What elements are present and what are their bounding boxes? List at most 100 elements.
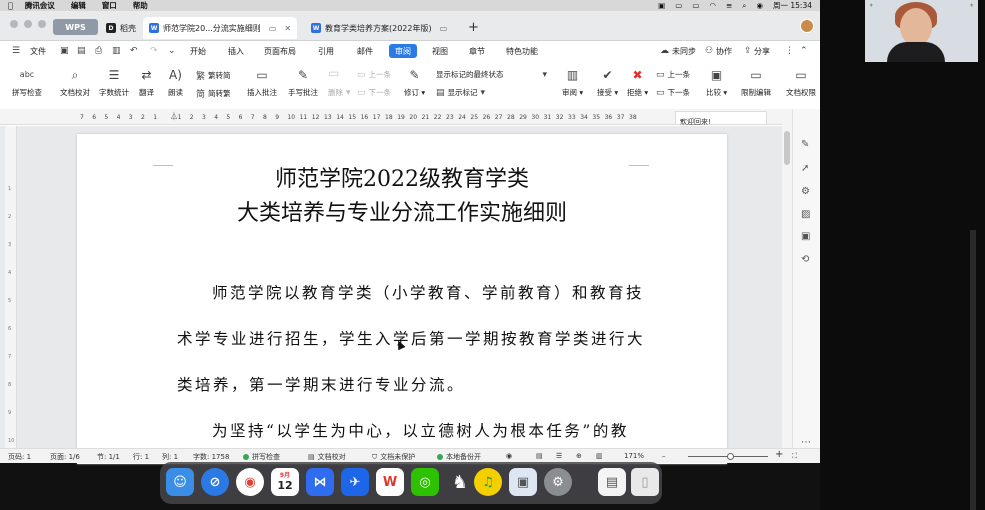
wps-status-icon[interactable]: ▣ [658,1,665,10]
wps-icon[interactable]: W [376,468,404,496]
menu-tab-review[interactable]: 审阅 [389,44,417,58]
export-pdf-icon[interactable]: ▤ [77,46,86,56]
menubar-item-help[interactable]: 帮助 [133,0,148,11]
trash-icon[interactable]: ▯ [631,468,659,496]
revise-button[interactable]: ✎ 修订 ▾ [404,67,425,98]
wordcount-button[interactable]: ☰ 字数统计 [99,67,129,98]
status-page[interactable]: 页面: 1/6 [50,452,80,462]
qq-music-icon[interactable]: ♫ [474,468,502,496]
menubar-item-edit[interactable]: 编辑 [71,0,86,11]
view-web-icon[interactable]: ⊕ [576,452,582,460]
eye-protection-icon[interactable]: ◉ [506,452,512,460]
share-button[interactable]: 分享 [748,44,776,58]
view-page-icon[interactable]: ▤ [536,452,543,460]
to-traditional-button[interactable]: 简 简转繁 [196,87,231,100]
status-backup[interactable]: 本地备份开 [437,452,481,462]
history-icon[interactable]: ⟲ [801,254,809,265]
menu-tab-mail[interactable]: 邮件 [351,44,379,58]
panel-tools-icon[interactable]: ⋯ [801,437,811,448]
wps-home-button[interactable]: WPS [53,19,98,35]
select-icon[interactable]: ➚ [801,163,809,174]
undo-icon[interactable]: ↶ [130,46,138,56]
participant-video[interactable]: ⚜ ⚜ [865,0,978,62]
zoom-out-button[interactable]: – [662,452,666,460]
zoom-slider-knob[interactable] [727,453,734,460]
tab-document-2[interactable]: W 教育学类培养方案(2022年版) ▭ [305,17,453,39]
zoom-in-button[interactable]: + [775,449,783,460]
view-read-icon[interactable]: ▥ [596,452,603,460]
tencent-meeting-icon[interactable]: ⋈ [306,468,334,496]
menu-tab-chapter[interactable]: 章节 [463,44,491,58]
print-icon[interactable]: ⎙ [95,46,102,56]
safari-icon[interactable]: ⊘ [201,468,229,496]
spellcheck-button[interactable]: abc 拼写检查 [12,67,42,98]
next-comment-button[interactable]: ▭ 下一条 [357,87,391,98]
welcome-box[interactable]: ⌖ 欢迎回来! [675,111,767,126]
menu-tab-insert[interactable]: 插入 [222,44,250,58]
accept-button[interactable]: ✔ 接受 ▾ [597,67,618,98]
compare-button[interactable]: ▣ 比较 ▾ [706,67,727,98]
document-icon[interactable]: ▤ [598,468,626,496]
status-word-count[interactable]: 字数: 1758 [193,452,229,462]
settings-sliders-icon[interactable]: ⚙ [801,186,810,197]
menu-tab-home[interactable]: 开始 [184,44,212,58]
handwrite-comment-button[interactable]: ✎ 手写批注 [288,67,318,98]
save-icon[interactable]: ▣ [60,46,69,56]
vertical-ruler[interactable]: 1 2 3 4 5 6 7 8 9 10 [5,126,17,448]
menu-tab-view[interactable]: 视图 [426,44,454,58]
image-icon[interactable]: ▨ [801,209,810,220]
status-proofread[interactable]: ▤ 文档校对 [308,452,346,462]
chrome-icon[interactable]: ◉ [236,468,264,496]
minimize-window-button[interactable] [24,20,32,28]
redo-icon[interactable]: ↷ [150,46,158,56]
hamburger-menu-icon[interactable]: ☰ [12,46,20,56]
next-change-button[interactable]: ▭ 下一条 [656,87,690,98]
more-icon[interactable]: ⋮ [785,46,794,56]
qq-icon[interactable]: ♞ [446,468,474,496]
zoom-window-button[interactable] [38,20,46,28]
edit-icon[interactable]: ✎ [801,139,809,150]
apple-menu-icon[interactable]:  [8,1,13,10]
to-simplified-button[interactable]: 繁 繁转简 [196,69,231,82]
finder-icon[interactable]: ☺ [166,468,194,496]
read-aloud-button[interactable]: A) 朗读 [168,67,183,98]
zoom-level[interactable]: 171% [624,452,644,460]
print-preview-icon[interactable]: ▥ [112,46,121,56]
doccheck-button[interactable]: ⌕ 文档校对 [60,67,90,98]
reject-button[interactable]: ✖ 拒绝 ▾ [627,67,648,98]
menubar-item-app[interactable]: 腾讯会议 [25,0,55,11]
feishu-icon[interactable]: ✈ [341,468,369,496]
menubar-item-window[interactable]: 窗口 [102,0,117,11]
siri-icon[interactable]: ◉ [756,1,763,10]
display-icon[interactable]: ▭ [675,1,682,10]
restrict-edit-button[interactable]: ▭ 限制编辑 [741,67,771,98]
battery-icon[interactable]: ▭ [692,1,699,10]
close-window-button[interactable] [10,20,18,28]
quick-access-more-icon[interactable]: ⌄ [168,46,176,56]
wechat-icon[interactable]: ◎ [411,468,439,496]
search-icon[interactable]: ⌕ [742,1,746,11]
wifi-icon[interactable]: ◠ [709,1,716,10]
fullscreen-icon[interactable]: ⛶ [792,452,797,461]
tab-active-document[interactable]: W 师范学院20...分流实施细则 ▭ ✕ [143,17,298,39]
prev-comment-button[interactable]: ▭ 上一条 [357,69,391,80]
menu-tab-references[interactable]: 引用 [312,44,340,58]
show-final-select[interactable]: 显示标记的最终状态 ▾ [436,69,547,80]
collapse-ribbon-icon[interactable]: ⌃ [800,46,808,56]
user-avatar[interactable] [800,19,814,33]
control-center-icon[interactable]: ≡ [726,1,732,10]
clock[interactable]: 周一 15:34 [773,0,812,11]
indent-marker-icon[interactable]: ⏃ [170,111,178,122]
sync-status[interactable]: 未同步 [666,44,702,58]
horizontal-ruler[interactable]: ⌖ 欢迎回来! 7 6 5 4 3 2 1 1 2 3 4 5 6 7 8 9 10 11 12 13 14 15 16 17… [0,109,782,126]
system-settings-icon[interactable]: ⚙ [544,468,572,496]
backup-icon[interactable]: ▣ [801,231,810,242]
new-tab-button[interactable]: + [468,20,479,35]
doc-rights-button[interactable]: ▭ 文档权限 [786,67,816,98]
status-protection[interactable]: ⛉ 文档未保护 [372,452,415,462]
tab-daoke[interactable]: D 稻壳 [100,17,142,39]
review-pane-button[interactable]: ▥ 审阅 ▾ [562,67,583,98]
insert-comment-button[interactable]: ▭ 插入批注 [247,67,277,98]
collab-button[interactable]: 协作 [710,44,738,58]
view-outline-icon[interactable]: ☰ [556,452,562,460]
